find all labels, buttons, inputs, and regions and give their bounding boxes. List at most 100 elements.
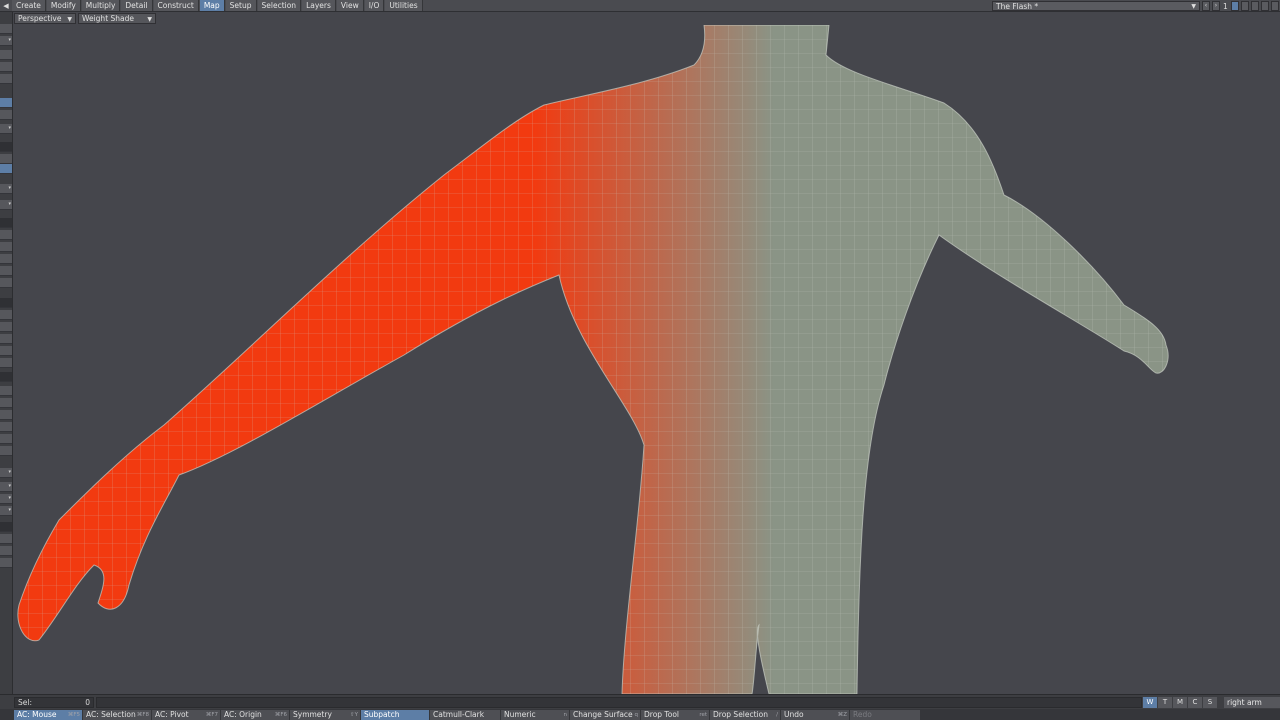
left-tool-button[interactable] [0, 254, 12, 264]
menu-bar: ◀ Create Modify Multiply Detail Construc… [0, 0, 1280, 12]
tab-selection[interactable]: Selection [257, 0, 302, 11]
left-tool-button[interactable] [0, 74, 12, 84]
vmap-c-button[interactable]: C [1188, 697, 1202, 708]
tab-detail[interactable]: Detail [121, 0, 153, 11]
left-tool-dropdown[interactable]: ▾ [0, 468, 12, 478]
subpatch-button[interactable]: Subpatch [361, 709, 429, 720]
tab-multiply[interactable]: Multiply [81, 0, 121, 11]
left-tool-button[interactable] [0, 50, 12, 60]
layer-slot-3[interactable] [1250, 1, 1259, 11]
viewport-header: Perspective ▼ Weight Shade ▼ [14, 13, 156, 25]
left-tool-dropdown[interactable]: ▾ [0, 482, 12, 492]
tab-construct[interactable]: Construct [153, 0, 199, 11]
left-tool-button[interactable] [0, 410, 12, 420]
chevron-down-icon: ▼ [67, 16, 72, 23]
vmap-t-button[interactable]: T [1158, 697, 1172, 708]
collapse-arrow-icon[interactable]: ◀ [0, 0, 12, 12]
left-tool-button[interactable] [0, 534, 12, 544]
left-tool-button[interactable] [0, 334, 12, 344]
perspective-viewport[interactable] [14, 25, 1280, 694]
left-tool-button[interactable] [0, 346, 12, 356]
ac-selection-button[interactable]: AC: Selection ⌘F8 [83, 709, 151, 720]
symmetry-label: Symmetry [293, 709, 332, 719]
left-tool-button[interactable] [0, 398, 12, 408]
left-tool-dropdown[interactable]: ▾ [0, 200, 12, 210]
undo-shortcut: ⌘Z [837, 711, 847, 718]
catmull-clark-label: Catmull-Clark [433, 709, 485, 719]
left-tool-button[interactable] [0, 558, 12, 568]
drop-tool-button[interactable]: Drop Tool ret [641, 709, 709, 720]
left-tool-button[interactable] [0, 110, 12, 120]
layer-slot-1[interactable] [1230, 1, 1239, 11]
ac-pivot-button[interactable]: AC: Pivot ⌘F7 [152, 709, 220, 720]
status-message-area [96, 697, 1142, 708]
ac-mouse-label: AC: Mouse [17, 709, 57, 719]
view-mode-label: Perspective [18, 14, 62, 23]
left-tool-button[interactable] [0, 446, 12, 456]
sel-count: 0 [85, 698, 90, 707]
vmap-s-button[interactable]: S [1203, 697, 1217, 708]
left-tool-button[interactable] [0, 242, 12, 252]
left-tool-separator [0, 142, 12, 152]
left-tool-dropdown[interactable]: ▾ [0, 36, 12, 46]
left-tool-dropdown[interactable]: ▾ [0, 184, 12, 194]
change-surface-button[interactable]: Change Surface q [570, 709, 640, 720]
shading-mode-label: Weight Shade [82, 14, 134, 23]
prev-layer-icon[interactable]: ‹ [1202, 1, 1210, 11]
chevron-down-icon: ▼ [1191, 3, 1196, 10]
left-tool-button-active[interactable] [0, 164, 12, 174]
left-tool-button[interactable] [0, 386, 12, 396]
drop-tool-label: Drop Tool [644, 709, 679, 719]
left-tool-button[interactable] [0, 358, 12, 368]
ac-origin-button[interactable]: AC: Origin ⌘F6 [221, 709, 289, 720]
mesh-wireframe [17, 25, 1169, 694]
left-tool-button[interactable] [0, 230, 12, 240]
left-tool-dropdown[interactable]: ▾ [0, 506, 12, 516]
drop-selection-button[interactable]: Drop Selection / [710, 709, 780, 720]
tab-modify[interactable]: Modify [46, 0, 81, 11]
tab-layers[interactable]: Layers [302, 0, 336, 11]
chevron-down-icon: ▼ [147, 16, 152, 23]
next-layer-icon[interactable]: › [1212, 1, 1220, 11]
left-tool-dropdown[interactable]: ▾ [0, 494, 12, 504]
left-tool-dropdown[interactable]: ▾ [0, 124, 12, 134]
left-tool-button[interactable] [0, 62, 12, 72]
shading-mode-dropdown[interactable]: Weight Shade ▼ [78, 13, 156, 24]
view-mode-dropdown[interactable]: Perspective ▼ [14, 13, 76, 24]
undo-label: Undo [784, 709, 804, 719]
left-tool-button[interactable] [0, 278, 12, 288]
left-tool-button-active[interactable] [0, 98, 12, 108]
left-tool-button[interactable] [0, 24, 12, 34]
left-tool-button[interactable] [0, 322, 12, 332]
redo-button[interactable]: Redo [850, 709, 920, 720]
tab-view[interactable]: View [336, 0, 364, 11]
vmap-m-button[interactable]: M [1173, 697, 1187, 708]
symmetry-button[interactable]: Symmetry ⇧Y [290, 709, 360, 720]
left-tool-button[interactable] [0, 546, 12, 556]
ac-origin-label: AC: Origin [224, 709, 262, 719]
weight-map-selector[interactable]: right arm [1224, 697, 1280, 708]
left-tool-button[interactable] [0, 422, 12, 432]
ac-mouse-button[interactable]: AC: Mouse ⌘F5 [14, 709, 82, 720]
layer-slot-5[interactable] [1270, 1, 1279, 11]
character-mesh [17, 25, 1169, 694]
tab-create[interactable]: Create [12, 0, 46, 11]
left-tool-button[interactable] [0, 310, 12, 320]
layer-slot-2[interactable] [1240, 1, 1249, 11]
left-tool-button[interactable] [0, 154, 12, 164]
scene-selector[interactable]: The Flash * ▼ [992, 1, 1200, 11]
tab-setup[interactable]: Setup [225, 0, 257, 11]
numeric-button[interactable]: Numeric n [501, 709, 569, 720]
vmap-type-buttons: W T M C S [1143, 697, 1217, 708]
vmap-w-button[interactable]: W [1143, 697, 1157, 708]
undo-button[interactable]: Undo ⌘Z [781, 709, 849, 720]
tab-map[interactable]: Map [199, 0, 225, 11]
catmull-clark-dropdown[interactable]: Catmull-Clark [430, 709, 500, 720]
subpatch-label: Subpatch [364, 709, 400, 719]
left-tool-button[interactable] [0, 434, 12, 444]
tab-utilities[interactable]: Utilities [385, 0, 423, 11]
left-tool-button[interactable] [0, 266, 12, 276]
layer-slot-4[interactable] [1260, 1, 1269, 11]
change-surface-shortcut: q [634, 711, 639, 718]
tab-io[interactable]: I/O [364, 0, 385, 11]
